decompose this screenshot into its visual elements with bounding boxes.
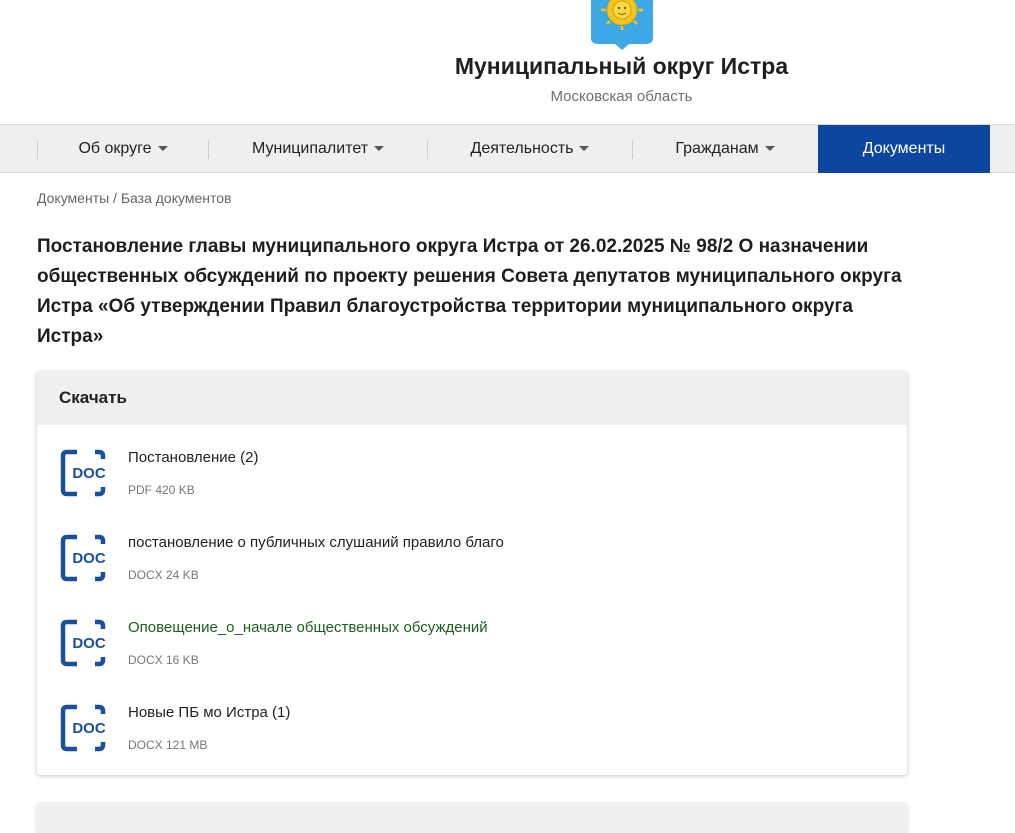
caret-down-icon [374, 146, 385, 152]
nav-item-label: Муниципалитет [251, 140, 369, 157]
file-size: PDF 420 KB [128, 483, 195, 497]
next-card-header [37, 803, 907, 833]
nav-item-label: Гражданам [675, 140, 759, 157]
svg-text:DOC: DOC [72, 550, 106, 567]
doc-file-icon: DOC [60, 449, 106, 497]
breadcrumb-separator: / [109, 190, 121, 206]
file-item[interactable]: DOC Постановление (2) PDF 420 KB [37, 449, 907, 534]
doc-file-icon: DOC [60, 704, 106, 752]
file-size: DOCX 121 MB [128, 738, 208, 752]
file-item[interactable]: DOC Оповещение_о_начале общественных обс… [37, 619, 907, 704]
file-name[interactable]: Постановление (2) [128, 449, 259, 466]
main-nav: Об округе Муниципалитет Деятельность Гра… [0, 124, 1015, 173]
downloads-heading: Скачать [37, 371, 907, 425]
sun-emblem-icon[interactable] [589, 0, 655, 50]
caret-down-icon [157, 146, 168, 152]
file-name[interactable]: Оповещение_о_начале общественных обсужде… [128, 619, 488, 636]
file-name[interactable]: Новые ПБ мо Истра (1) [128, 704, 290, 721]
site-title[interactable]: Муниципальный округ Истра [0, 53, 1015, 80]
downloads-card: Скачать DOC Постановление (2) PDF 420 KB… [37, 371, 907, 775]
file-size: DOCX 16 KB [128, 653, 199, 667]
nav-item-activity[interactable]: Деятельность [428, 125, 632, 173]
file-item[interactable]: DOC постановление о публичных слушаний п… [37, 534, 907, 619]
svg-text:DOC: DOC [72, 635, 106, 652]
nav-item-documents[interactable]: Документы [818, 125, 990, 173]
doc-file-icon: DOC [60, 534, 106, 582]
file-size: DOCX 24 KB [128, 568, 199, 582]
svg-text:DOC: DOC [72, 720, 106, 737]
breadcrumb-document-base[interactable]: База документов [121, 190, 232, 206]
nav-item-label: Документы [862, 140, 946, 157]
site-header: Муниципальный округ Истра Московская обл… [0, 0, 1015, 124]
nav-item-citizens[interactable]: Гражданам [633, 125, 817, 173]
breadcrumb-documents[interactable]: Документы [37, 190, 109, 206]
breadcrumb: Документы / База документов [37, 190, 231, 206]
nav-item-label: Деятельность [470, 140, 574, 157]
svg-text:DOC: DOC [72, 465, 106, 482]
doc-file-icon: DOC [60, 619, 106, 667]
file-item[interactable]: DOC Новые ПБ мо Истра (1) DOCX 121 MB [37, 704, 907, 775]
file-name[interactable]: постановление о публичных слушаний прави… [128, 534, 504, 551]
site-subtitle: Московская область [550, 88, 693, 105]
caret-down-icon [579, 146, 590, 152]
nav-item-label: Об округе [78, 140, 152, 157]
caret-down-icon [764, 146, 775, 152]
nav-item-municipality[interactable]: Муниципалитет [209, 125, 427, 173]
nav-item-about[interactable]: Об округе [38, 125, 208, 173]
page-title: Постановление главы муниципального округ… [37, 236, 902, 347]
